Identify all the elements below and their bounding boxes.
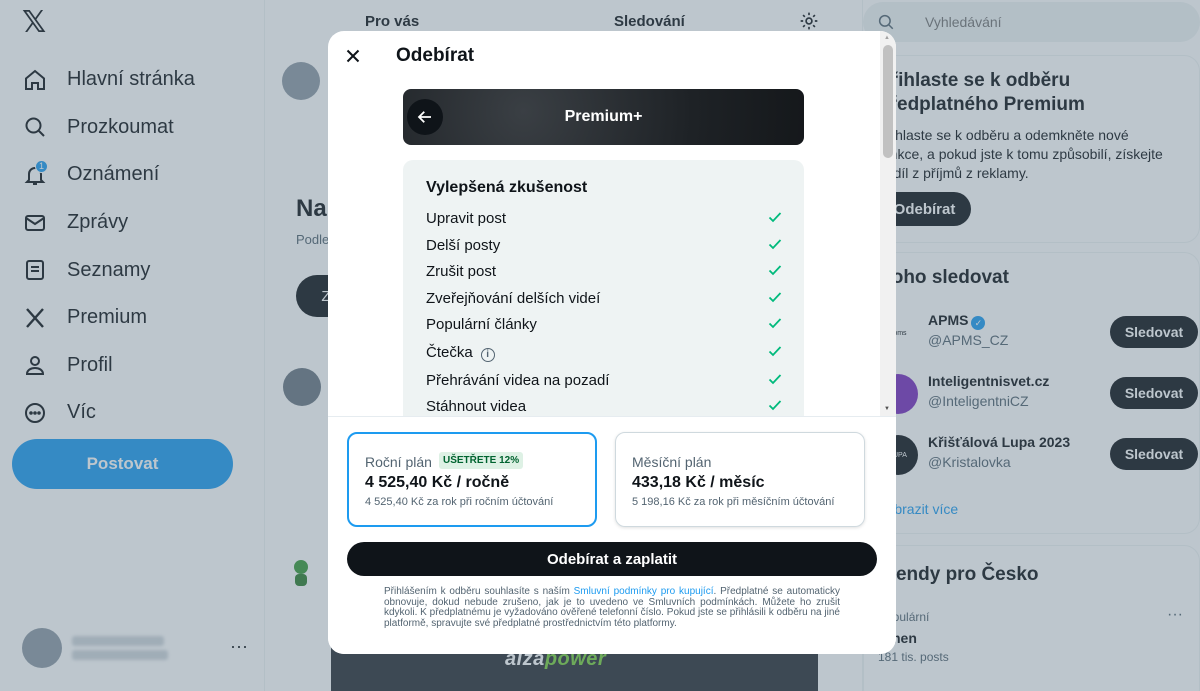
features-title: Vylepšená zkušenost (426, 179, 588, 196)
plan-picker: Roční plán UŠETŘETE 12% 4 525,40 Kč / ro… (328, 416, 896, 654)
plan-name: Roční plán (365, 454, 432, 470)
check-icon (768, 238, 782, 249)
plan-detail: 4 525,40 Kč za rok při ročním účtování (365, 496, 554, 508)
plan-price: 4 525,40 Kč / ročně (365, 474, 510, 491)
check-icon (768, 400, 782, 411)
tier-banner: Premium+ (403, 89, 804, 145)
plan-name: Měsíční plán (632, 454, 712, 470)
check-icon (768, 374, 782, 385)
feature-item: Populární články (426, 316, 782, 342)
feature-item: Zrušit post (426, 263, 782, 289)
feature-item: Upravit post (426, 210, 782, 236)
plan-detail: 5 198,16 Kč za rok při měsíčním účtování (632, 496, 835, 508)
check-icon (768, 318, 782, 329)
info-icon[interactable]: i (480, 347, 495, 362)
close-icon[interactable] (342, 45, 364, 67)
scroll-up-arrow-icon[interactable]: ▲ (884, 35, 890, 41)
terms-link[interactable]: Smluvní podmínky pro kupující (574, 586, 714, 597)
scroll-down-arrow-icon[interactable]: ▼ (884, 406, 890, 412)
features-list: Vylepšená zkušenost Upravit post Delší p… (403, 160, 804, 416)
scroll-thumb[interactable] (883, 45, 893, 158)
plan-option-annual[interactable]: Roční plán UŠETŘETE 12% 4 525,40 Kč / ro… (347, 432, 597, 527)
feature-item: Přehrávání videa na pozadí (426, 372, 782, 398)
plan-option-monthly[interactable]: Měsíční plán 433,18 Kč / měsíc 5 198,16 … (615, 432, 865, 527)
feature-item: Stáhnout videa (426, 398, 782, 416)
feature-item: Zveřejňování delších videí (426, 290, 782, 316)
plan-price: 433,18 Kč / měsíc (632, 474, 765, 491)
check-icon (768, 291, 782, 302)
feature-item: Delší posty (426, 237, 782, 263)
legal-notice: Přihlášením k odběru souhlasíte s naším … (384, 586, 840, 629)
feature-item: Čtečka i (426, 344, 782, 370)
subscribe-and-pay-button[interactable]: Odebírat a zaplatit (347, 542, 877, 576)
dialog-title: Odebírat (396, 45, 475, 66)
dialog-scroll-area[interactable]: Odebírat Premium+ Vylepšená zkušenost Up… (328, 31, 896, 416)
check-icon (768, 265, 782, 276)
savings-badge: UŠETŘETE 12% (439, 452, 524, 469)
tier-name: Premium+ (564, 108, 643, 125)
scrollbar[interactable]: ▲ ▼ (880, 31, 896, 416)
subscribe-dialog: Odebírat Premium+ Vylepšená zkušenost Up… (328, 31, 896, 654)
check-icon (768, 212, 782, 223)
check-icon (768, 345, 782, 356)
